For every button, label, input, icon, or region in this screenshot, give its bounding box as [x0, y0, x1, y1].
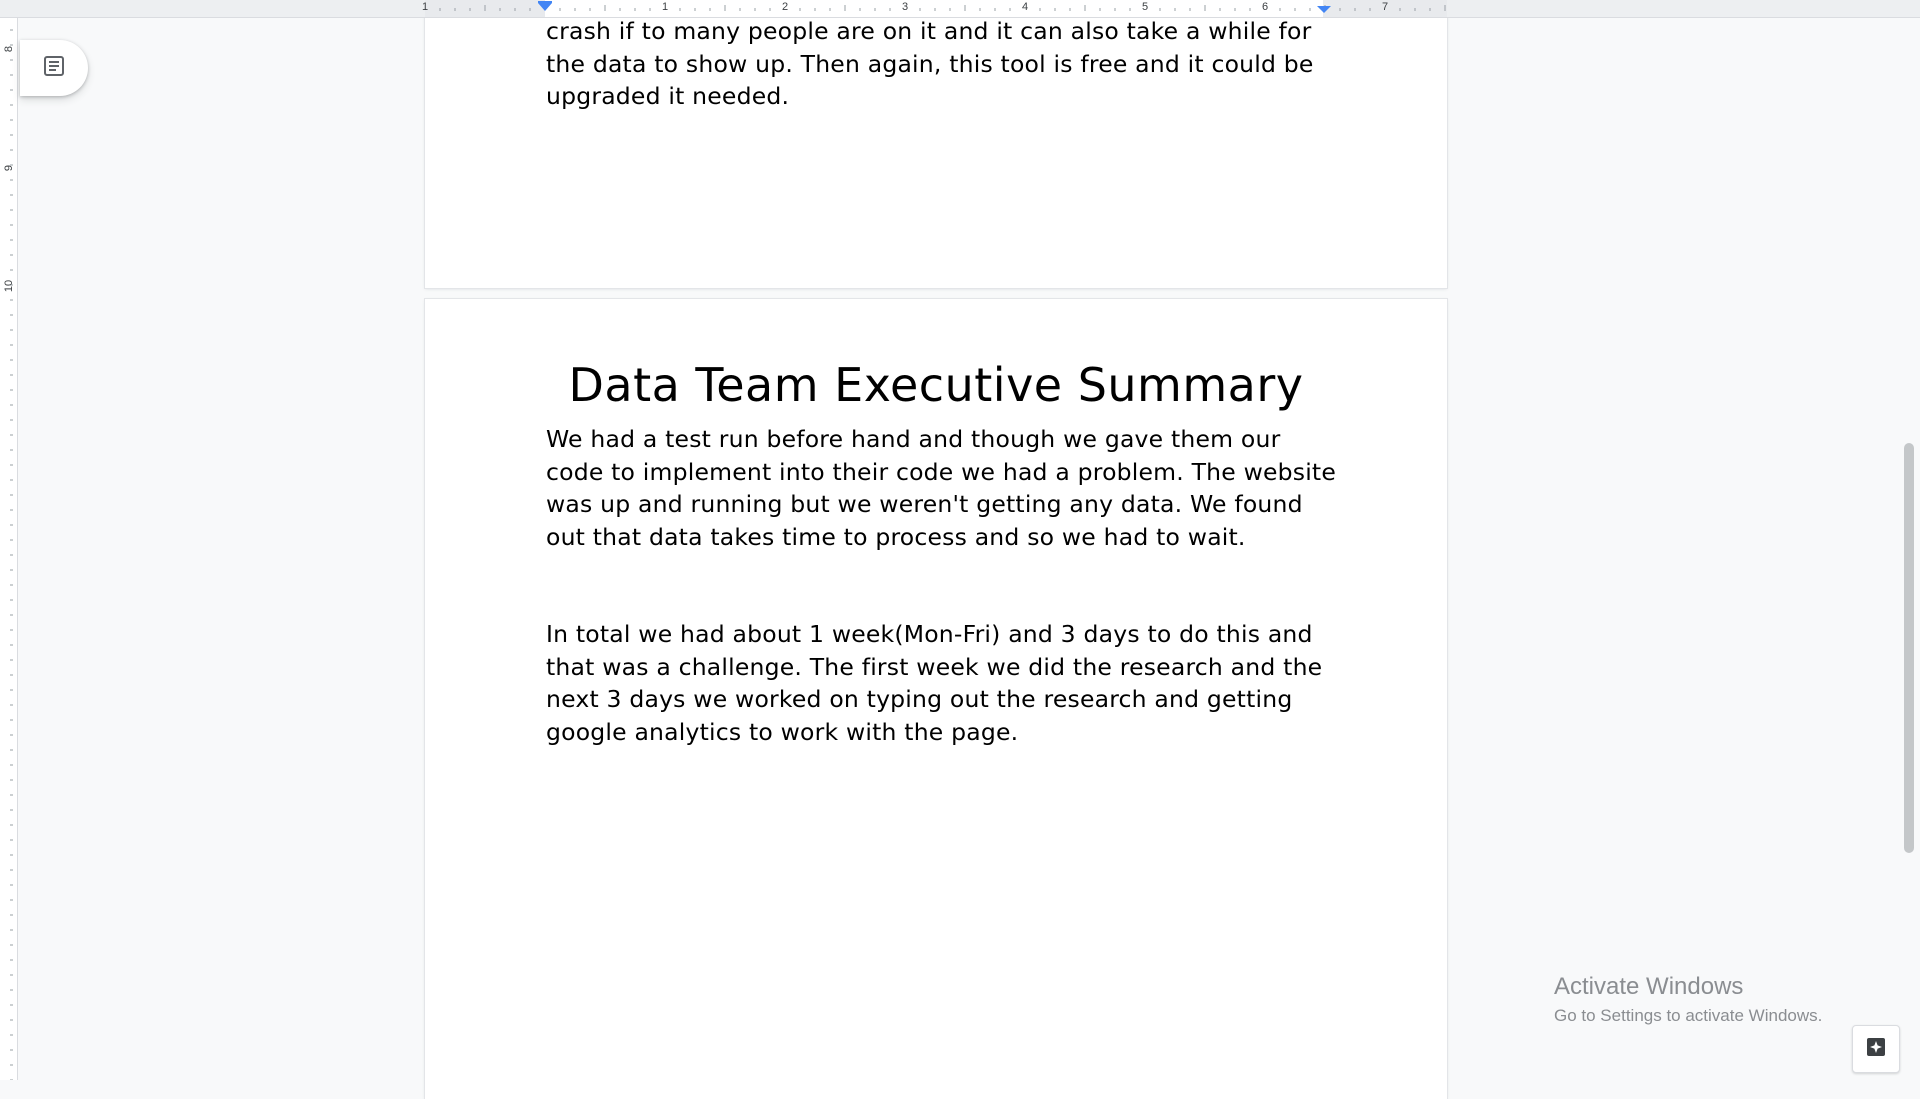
watermark-title: Activate Windows	[1554, 973, 1744, 1000]
ruler-number: 10	[3, 279, 15, 293]
document-page[interactable]: Data Team Executive Summary We had a tes…	[425, 299, 1447, 1099]
outline-list-icon	[42, 54, 66, 82]
ruler-number: 4	[1021, 1, 1029, 13]
vertical-ruler[interactable]: 8 9 10	[0, 0, 18, 1080]
ruler-ticks	[439, 1, 1446, 13]
ruler-number: 1	[421, 1, 429, 13]
ruler-number: 5	[1141, 1, 1149, 13]
ruler-number: 3	[901, 1, 909, 13]
document-outline-button[interactable]	[20, 40, 88, 96]
activation-watermark: Activate Windows Go to Settings to activ…	[1554, 972, 1822, 1027]
horizontal-ruler[interactable]: 1 1 2 3 4 5 6 7	[0, 0, 1920, 18]
ruler-number: 2	[781, 1, 789, 13]
body-paragraph[interactable]: crash if to many people are on it and it…	[546, 15, 1336, 113]
ruler-number: 7	[1381, 1, 1389, 13]
body-paragraph[interactable]: In total we had about 1 week(Mon-Fri) an…	[546, 618, 1336, 748]
scrollbar-thumb[interactable]	[1904, 443, 1914, 853]
explore-button[interactable]	[1852, 1025, 1900, 1073]
left-indent-marker[interactable]	[538, 3, 552, 11]
document-heading[interactable]: Data Team Executive Summary	[546, 357, 1326, 413]
right-indent-marker[interactable]	[1317, 6, 1331, 13]
explore-icon	[1865, 1036, 1887, 1062]
ruler-number: 8	[3, 45, 15, 53]
ruler-number: 1	[661, 1, 669, 13]
document-page[interactable]: crash if to many people are on it and it…	[425, 0, 1447, 288]
ruler-number: 6	[1261, 1, 1269, 13]
body-paragraph[interactable]: We had a test run before hand and though…	[546, 423, 1336, 553]
ruler-number: 9	[3, 164, 15, 172]
watermark-subtitle: Go to Settings to activate Windows.	[1554, 1006, 1823, 1025]
